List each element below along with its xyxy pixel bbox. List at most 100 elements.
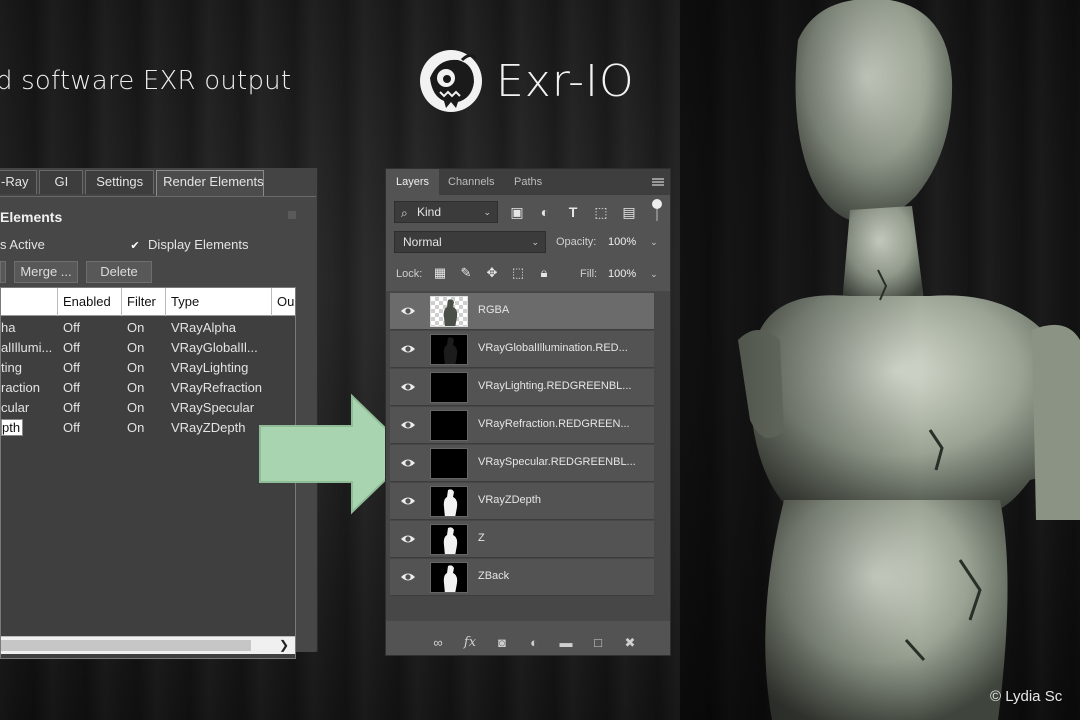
smart-object-filter-icon[interactable]: ▤ [620, 203, 638, 221]
eye-icon[interactable] [400, 341, 416, 357]
column-filter[interactable]: Filter [127, 294, 156, 309]
tab-gi[interactable]: GI [39, 170, 84, 194]
eye-icon[interactable] [400, 455, 416, 471]
layer-thumbnail [430, 524, 468, 555]
horizontal-scrollbar[interactable]: ❯ [1, 636, 295, 654]
opacity-label: Opacity: [556, 236, 597, 248]
table-row[interactable]: cular Off On VRaySpecular [1, 398, 295, 418]
filter-row: ⌕ Kind ⌄ ▣ ◐ T ⬚ ▤ [386, 197, 670, 227]
panel-tab-bar: Layers Channels Paths [386, 169, 670, 195]
fill-field[interactable]: 100% ⌄ [608, 265, 658, 283]
kind-filter-select[interactable]: ⌕ Kind ⌄ [394, 201, 498, 223]
column-enabled[interactable]: Enabled [63, 294, 111, 309]
layer-list: RGBA VRayGlobalIllumination.RED... VRayL… [386, 291, 670, 621]
type-filter-icon[interactable]: T [564, 203, 582, 221]
opacity-field[interactable]: 100% ⌄ [608, 233, 658, 251]
lock-label: Lock: [396, 268, 423, 280]
elements-active-label: s Active [0, 237, 45, 252]
layer-thumbnail [430, 372, 468, 403]
scrollbar-thumb[interactable] [1, 640, 251, 651]
rollout-pin-icon[interactable] [288, 211, 296, 219]
adjustment-filter-icon[interactable]: ◐ [536, 203, 554, 221]
layer-thumbnail [430, 410, 468, 441]
scroll-right-arrow-icon[interactable]: ❯ [279, 638, 289, 652]
render-elements-table: Enabled Filter Type Ou ha Off On VRayAlp… [0, 287, 296, 659]
layer-item-vrayrefraction[interactable]: VRayRefraction.REDGREEN... [390, 407, 654, 444]
tab-vray[interactable]: -Ray [0, 170, 38, 194]
lock-move-icon[interactable]: ✥ [484, 265, 500, 281]
new-group-folder-icon[interactable]: ▬ [558, 635, 574, 651]
panel-menu-icon[interactable] [652, 178, 664, 186]
tab-render-elements[interactable]: Render Elements [156, 170, 265, 196]
delete-button[interactable]: Delete [86, 261, 152, 283]
rollout-title: Elements [0, 209, 63, 225]
rendered-doll-figure [680, 0, 1080, 720]
layer-thumbnail [430, 296, 468, 327]
column-output[interactable]: Ou [277, 294, 294, 309]
layers-footer-toolbar: ∞ fx ◙ ◐ ▬ □ ✖ [386, 631, 670, 655]
chevron-down-icon: ⌄ [650, 269, 658, 279]
eye-icon[interactable] [400, 379, 416, 395]
lock-paint-brush-icon[interactable]: ✎ [458, 265, 474, 281]
column-type[interactable]: Type [171, 294, 199, 309]
layer-item-vrayspecular[interactable]: VRaySpecular.REDGREENBL... [390, 445, 654, 482]
layer-item-rgba[interactable]: RGBA [390, 293, 654, 330]
fill-label: Fill: [580, 268, 598, 280]
lock-artboard-icon[interactable]: ⬚ [510, 265, 526, 281]
lock-all-icon[interactable]: 🔒︎ [536, 265, 552, 281]
filter-toggle-icon[interactable] [652, 199, 662, 209]
display-elements-label: Display Elements [148, 237, 249, 252]
tab-paths[interactable]: Paths [504, 169, 552, 195]
chevron-down-icon: ⌄ [650, 237, 658, 247]
chevron-down-icon: ⌄ [483, 207, 491, 217]
layer-item-vraylighting[interactable]: VRayLighting.REDGREENBL... [390, 369, 654, 406]
eye-icon[interactable] [400, 531, 416, 547]
search-icon: ⌕ [401, 206, 408, 220]
button-row: Merge ... Delete [0, 261, 158, 283]
add-button[interactable] [0, 261, 6, 283]
table-row-selected[interactable]: pth Off On VRayZDepth [1, 418, 295, 438]
layer-thumbnail [430, 448, 468, 479]
eye-icon[interactable] [400, 493, 416, 509]
new-layer-icon[interactable]: □ [590, 635, 606, 651]
copyright-text: © Lydia Sc [990, 688, 1063, 705]
blend-mode-select[interactable]: Normal ⌄ [394, 231, 546, 253]
checkbox-row: s Active ✔ Display Elements [0, 237, 248, 252]
tab-settings[interactable]: Settings [85, 170, 155, 194]
image-filter-icon[interactable]: ▣ [508, 203, 526, 221]
layer-item-z[interactable]: Z [390, 521, 654, 558]
lock-transparency-icon[interactable]: ▦ [432, 265, 448, 281]
table-row[interactable]: ting Off On VRayLighting [1, 358, 295, 378]
blend-row: Normal ⌄ Opacity: 100% ⌄ [386, 227, 670, 257]
eye-icon[interactable] [400, 417, 416, 433]
layer-item-vrayzdepth[interactable]: VRayZDepth [390, 483, 654, 520]
table-row[interactable]: raction Off On VRayRefraction [1, 378, 295, 398]
tab-layers[interactable]: Layers [386, 169, 440, 195]
eye-icon[interactable] [400, 303, 416, 319]
layer-item-zback[interactable]: ZBack [390, 559, 654, 596]
layer-thumbnail [430, 486, 468, 517]
layer-thumbnail [430, 562, 468, 593]
table-row[interactable]: ha Off On VRayAlpha [1, 318, 295, 338]
merge-button[interactable]: Merge ... [14, 261, 78, 283]
layer-thumbnail [430, 334, 468, 365]
brand: Exr-IO [418, 48, 635, 114]
adjustment-layer-icon[interactable]: ◐ [526, 635, 542, 651]
add-mask-icon[interactable]: ◙ [494, 635, 510, 651]
link-layers-icon[interactable]: ∞ [430, 635, 446, 651]
layer-style-icon[interactable]: fx [462, 635, 478, 651]
lock-row: Lock: ▦ ✎ ✥ ⬚ 🔒︎ Fill: 100% ⌄ [386, 259, 670, 289]
chevron-down-icon: ⌄ [531, 237, 539, 247]
layer-item-vrayglobalillumination[interactable]: VRayGlobalIllumination.RED... [390, 331, 654, 368]
eye-icon[interactable] [400, 569, 416, 585]
tab-channels[interactable]: Channels [438, 169, 504, 195]
brand-name: Exr-IO [496, 55, 635, 107]
trash-icon[interactable]: ✖ [622, 635, 638, 651]
shape-filter-icon[interactable]: ⬚ [592, 203, 610, 221]
table-header: Enabled Filter Type Ou [1, 288, 295, 316]
headline: d software EXR output [0, 66, 292, 96]
display-elements-checkbox[interactable]: ✔ [130, 241, 140, 252]
photoshop-layers-panel: Layers Channels Paths ⌕ Kind ⌄ ▣ ◐ T ⬚ ▤… [385, 168, 671, 656]
table-row[interactable]: alIllumi... Off On VRayGlobalIl... [1, 338, 295, 358]
monster-head-logo-icon [420, 50, 482, 112]
